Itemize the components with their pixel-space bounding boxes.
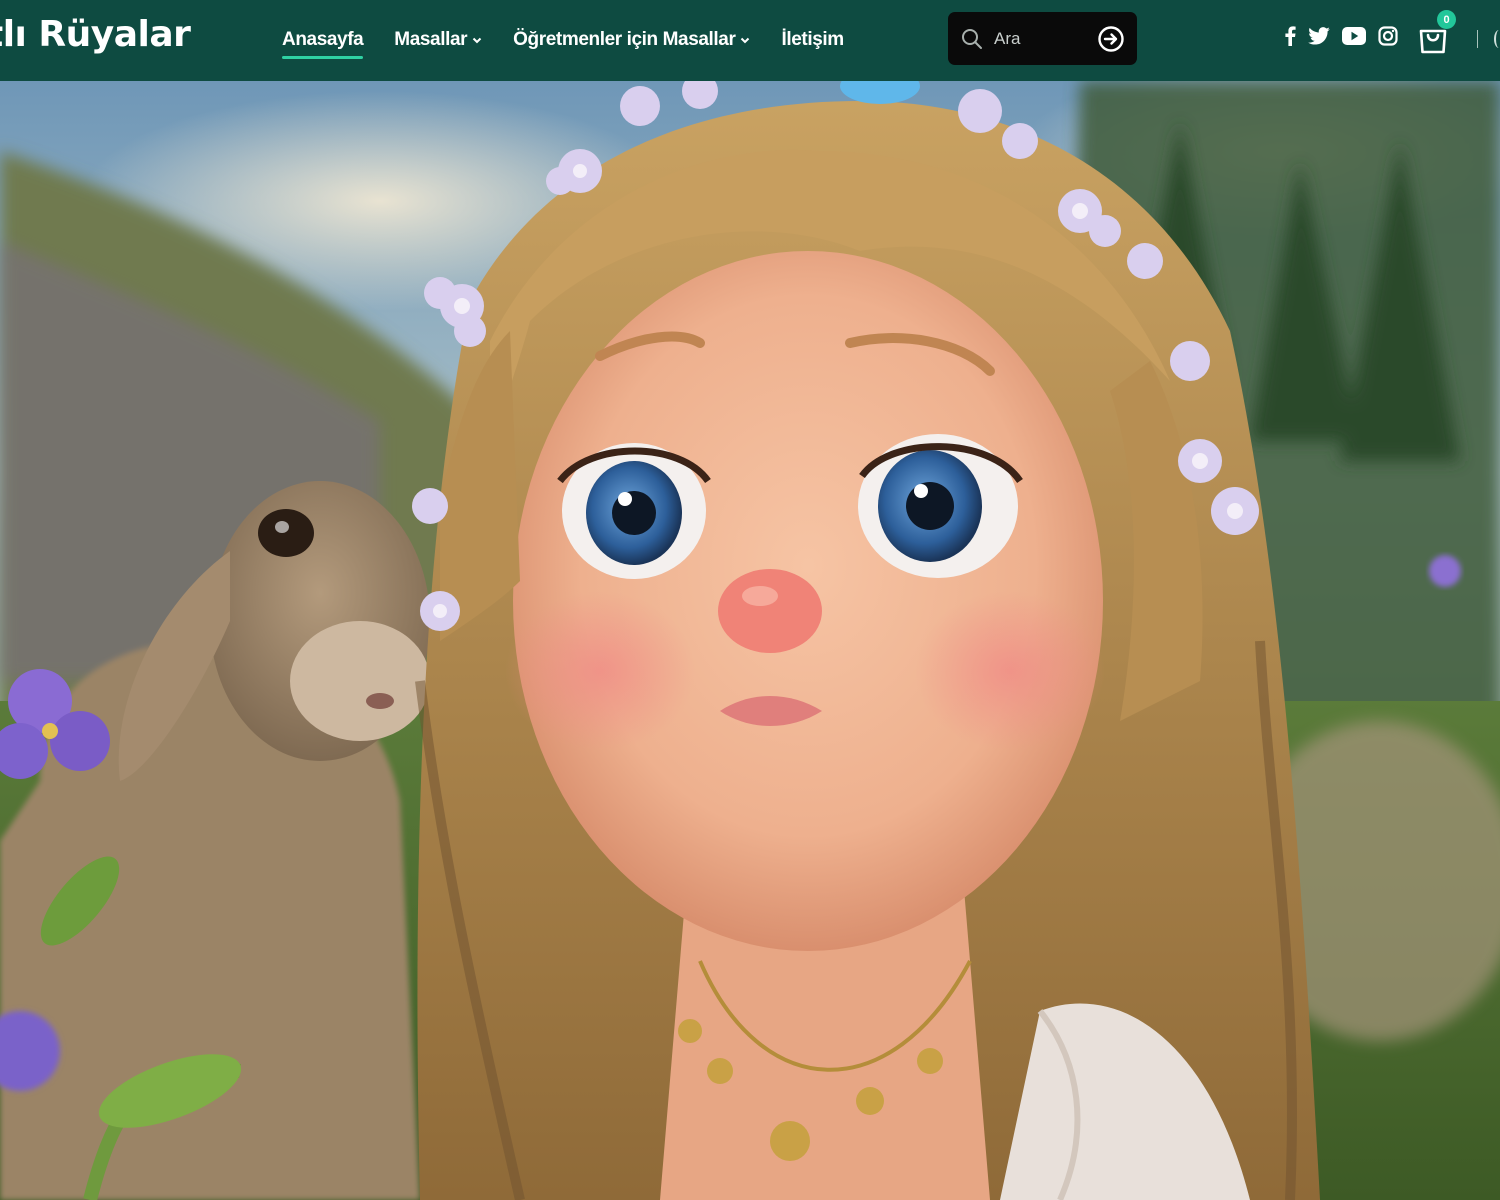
site-header: tlı Rüyalar Anasayfa Masallar Öğretmenle… <box>0 0 1500 81</box>
nav-item-contact[interactable]: İletişim <box>781 24 844 56</box>
social-links <box>1284 26 1398 46</box>
chevron-down-icon <box>472 37 482 44</box>
header-divider <box>1477 30 1478 48</box>
chevron-down-icon <box>741 37 750 44</box>
twitter-icon[interactable] <box>1308 27 1330 45</box>
site-logo[interactable]: tlı Rüyalar <box>0 14 191 55</box>
nav-item-teacher-tales-label: Öğretmenler için Masallar <box>513 29 736 50</box>
instagram-icon[interactable] <box>1378 26 1398 46</box>
nav-item-tales[interactable]: Masallar <box>394 24 482 56</box>
search-input[interactable] <box>992 24 1086 54</box>
nav-item-home[interactable]: Anasayfa <box>282 24 364 59</box>
youtube-icon[interactable] <box>1342 27 1366 45</box>
nav-item-tales-label: Masallar <box>394 29 468 50</box>
search-icon <box>962 29 982 49</box>
search-box <box>948 12 1137 65</box>
partial-icon <box>1494 30 1500 48</box>
facebook-icon[interactable] <box>1284 26 1296 46</box>
hero-image <box>0 81 1500 1200</box>
cart-count-badge: 0 <box>1437 10 1456 29</box>
nav-item-teacher-tales[interactable]: Öğretmenler için Masallar <box>513 24 750 56</box>
search-submit-arrow-icon[interactable] <box>1097 25 1125 53</box>
hero-illustration <box>0 81 1500 1200</box>
main-nav: Anasayfa Masallar Öğretmenler için Masal… <box>282 24 844 59</box>
